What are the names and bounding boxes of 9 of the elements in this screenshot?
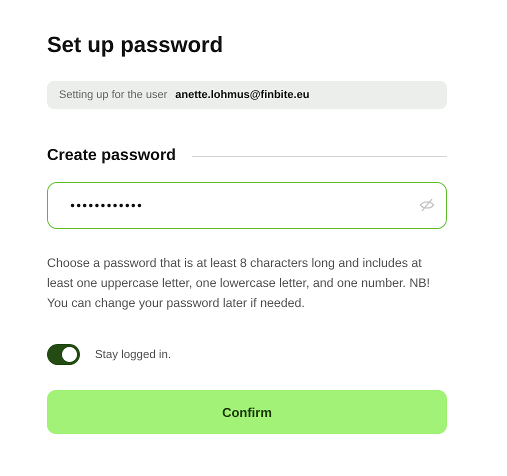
confirm-button[interactable]: Confirm — [47, 390, 447, 434]
user-label: Setting up for the user — [59, 89, 168, 101]
password-requirements-text: Choose a password that is at least 8 characters long and includes at least one uppercase letter, one lowercase letter, and one number. NB! You can change your password later if needed. — [47, 255, 431, 312]
stay-logged-in-toggle[interactable] — [47, 344, 80, 365]
page-title: Set up password — [47, 31, 224, 59]
password-field[interactable]: •••••••••••• — [47, 182, 447, 229]
stay-logged-in-label: Stay logged in. — [95, 348, 172, 360]
user-email: anette.lohmus@finbite.eu — [175, 89, 310, 101]
section-heading: Create password — [47, 147, 176, 165]
